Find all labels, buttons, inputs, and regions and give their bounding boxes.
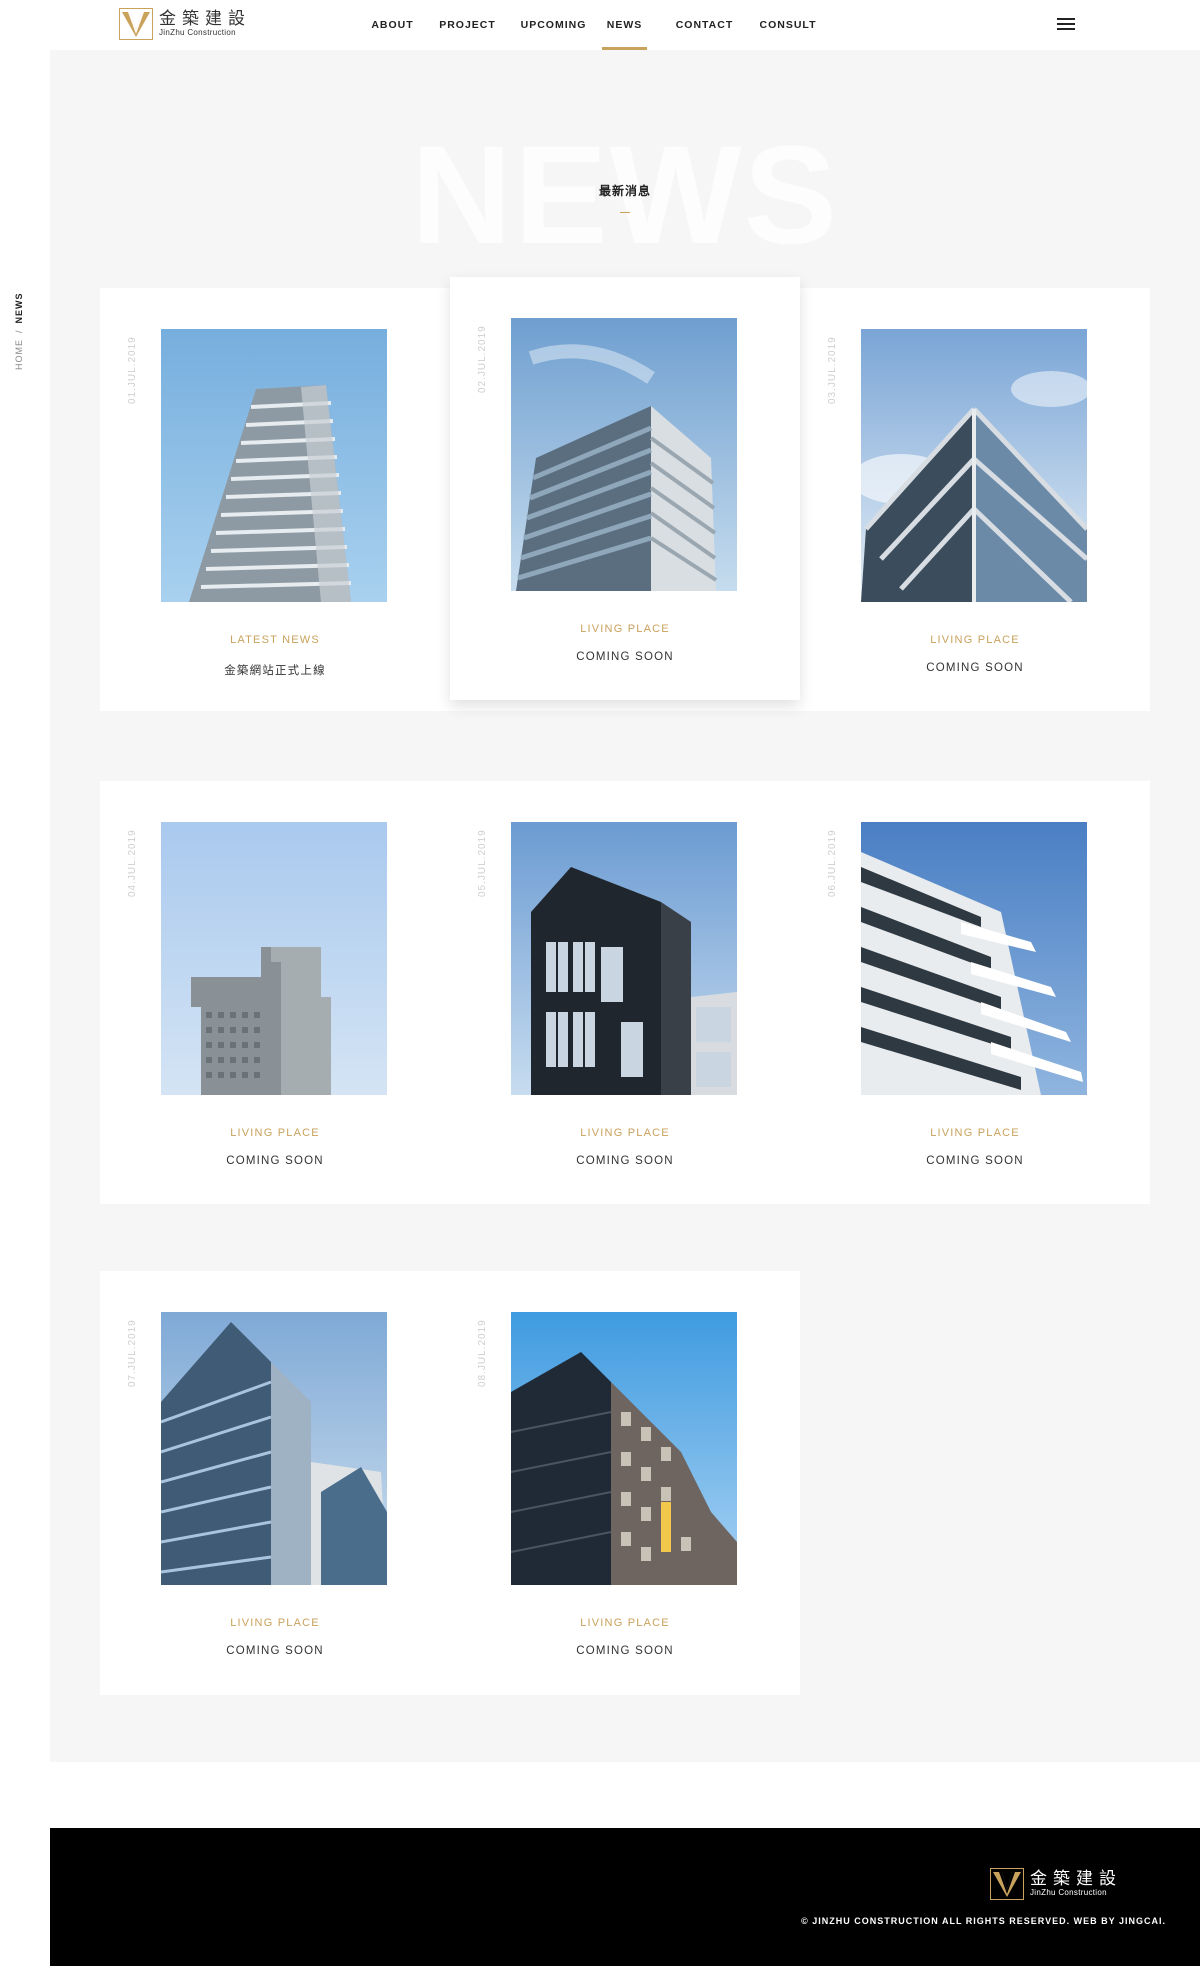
news-card[interactable]: 01.JUL.2019 LATEST NEWS 金築網站正式上線 <box>100 288 450 711</box>
breadcrumb: HOME / NEWS <box>14 292 24 370</box>
card-category: LIVING PLACE <box>230 1617 320 1629</box>
card-title[interactable]: COMING SOON <box>100 1645 450 1657</box>
nav-item-project[interactable]: PROJECT <box>425 0 510 50</box>
news-card[interactable]: 07.JUL.2019 LIVING PLACE COMING SOON <box>100 1271 450 1695</box>
card-date: 02.JUL.2019 <box>477 325 488 393</box>
card-title[interactable]: COMING SOON <box>450 1645 800 1657</box>
logo-mark-icon <box>990 1868 1024 1900</box>
breadcrumb-home[interactable]: HOME <box>14 339 24 370</box>
nav-item-about[interactable]: ABOUT <box>360 0 425 50</box>
card-category: LIVING PLACE <box>930 634 1020 646</box>
building-photo-6 <box>861 822 1087 1095</box>
building-photo-5 <box>511 822 737 1095</box>
card-date: 03.JUL.2019 <box>827 336 838 404</box>
copyright-text: © JINZHU CONSTRUCTION ALL RIGHTS RESERVE… <box>801 1916 1166 1926</box>
nav-item-news[interactable]: NEWS <box>597 0 652 50</box>
logo-en-text: JinZhu Construction <box>159 28 236 37</box>
card-category: LIVING PLACE <box>930 1127 1020 1139</box>
card-title[interactable]: 金築網站正式上線 <box>100 662 450 678</box>
site-logo[interactable]: 金築建設 JinZhu Construction <box>119 8 251 40</box>
news-card[interactable]: 04.JUL.2019 LIVING PLACE COMING SOON <box>100 781 450 1204</box>
hamburger-menu-icon[interactable] <box>1057 18 1075 32</box>
nav-item-upcoming[interactable]: UPCOMING <box>510 0 597 50</box>
card-image[interactable] <box>161 1312 387 1585</box>
card-title[interactable]: COMING SOON <box>450 651 800 663</box>
card-title[interactable]: COMING SOON <box>100 1155 450 1167</box>
card-date: 08.JUL.2019 <box>477 1319 488 1387</box>
page-title: 最新消息 <box>598 184 651 198</box>
building-photo-2 <box>511 318 737 591</box>
card-category: LIVING PLACE <box>580 623 670 635</box>
card-category: LIVING PLACE <box>230 1127 320 1139</box>
card-image[interactable] <box>161 329 387 602</box>
main-nav: ABOUT PROJECT UPCOMING NEWS CONTACT CONS… <box>360 0 819 50</box>
card-category: LIVING PLACE <box>580 1617 670 1629</box>
news-card[interactable]: 06.JUL.2019 LIVING PLACE COMING SOON <box>800 781 1150 1204</box>
building-photo-3 <box>861 329 1087 602</box>
card-image[interactable] <box>511 822 737 1095</box>
building-photo-8 <box>511 1312 737 1585</box>
card-category: LATEST NEWS <box>230 634 320 646</box>
news-card[interactable]: 03.JUL.2019 LIVING PLACE COMING SOON <box>800 288 1150 711</box>
breadcrumb-current: NEWS <box>14 292 24 324</box>
card-image[interactable] <box>861 329 1087 602</box>
footer-logo[interactable]: 金築建設 JinZhu Construction <box>990 1868 1122 1900</box>
building-photo-4 <box>161 822 387 1095</box>
card-title[interactable]: COMING SOON <box>450 1155 800 1167</box>
logo-cn-text: 金築建設 <box>159 9 251 29</box>
site-footer: 金築建設 JinZhu Construction © JINZHU CONSTR… <box>50 1828 1200 1966</box>
footer-logo-cn: 金築建設 <box>1030 1869 1122 1889</box>
card-date: 05.JUL.2019 <box>477 829 488 897</box>
site-header: 金築建設 JinZhu Construction ABOUT PROJECT U… <box>0 0 1200 50</box>
card-image[interactable] <box>861 822 1087 1095</box>
news-card[interactable]: 08.JUL.2019 LIVING PLACE COMING SOON <box>450 1271 800 1695</box>
card-date: 07.JUL.2019 <box>127 1319 138 1387</box>
card-image[interactable] <box>511 1312 737 1585</box>
card-title[interactable]: COMING SOON <box>800 1155 1150 1167</box>
card-image[interactable] <box>511 318 737 591</box>
card-image[interactable] <box>161 822 387 1095</box>
card-date: 01.JUL.2019 <box>127 336 138 404</box>
news-card-featured[interactable]: 02.JUL.2019 LIVING PLACE COMING SOON <box>450 277 800 700</box>
logo-mark-icon <box>119 8 153 40</box>
news-card[interactable]: 05.JUL.2019 LIVING PLACE COMING SOON <box>450 781 800 1204</box>
main-content: NEWS 最新消息 01.JUL.2019 LATEST NEWS 金築網站正式… <box>50 50 1200 1762</box>
building-photo-7 <box>161 1312 387 1585</box>
card-date: 06.JUL.2019 <box>827 829 838 897</box>
building-photo-1 <box>161 329 387 602</box>
footer-logo-en: JinZhu Construction <box>1030 1888 1107 1897</box>
card-title[interactable]: COMING SOON <box>800 662 1150 674</box>
card-category: LIVING PLACE <box>580 1127 670 1139</box>
title-divider <box>620 212 630 213</box>
breadcrumb-separator: / <box>14 329 24 333</box>
nav-item-consult[interactable]: CONSULT <box>757 0 819 50</box>
card-date: 04.JUL.2019 <box>127 829 138 897</box>
nav-item-contact[interactable]: CONTACT <box>652 0 757 50</box>
